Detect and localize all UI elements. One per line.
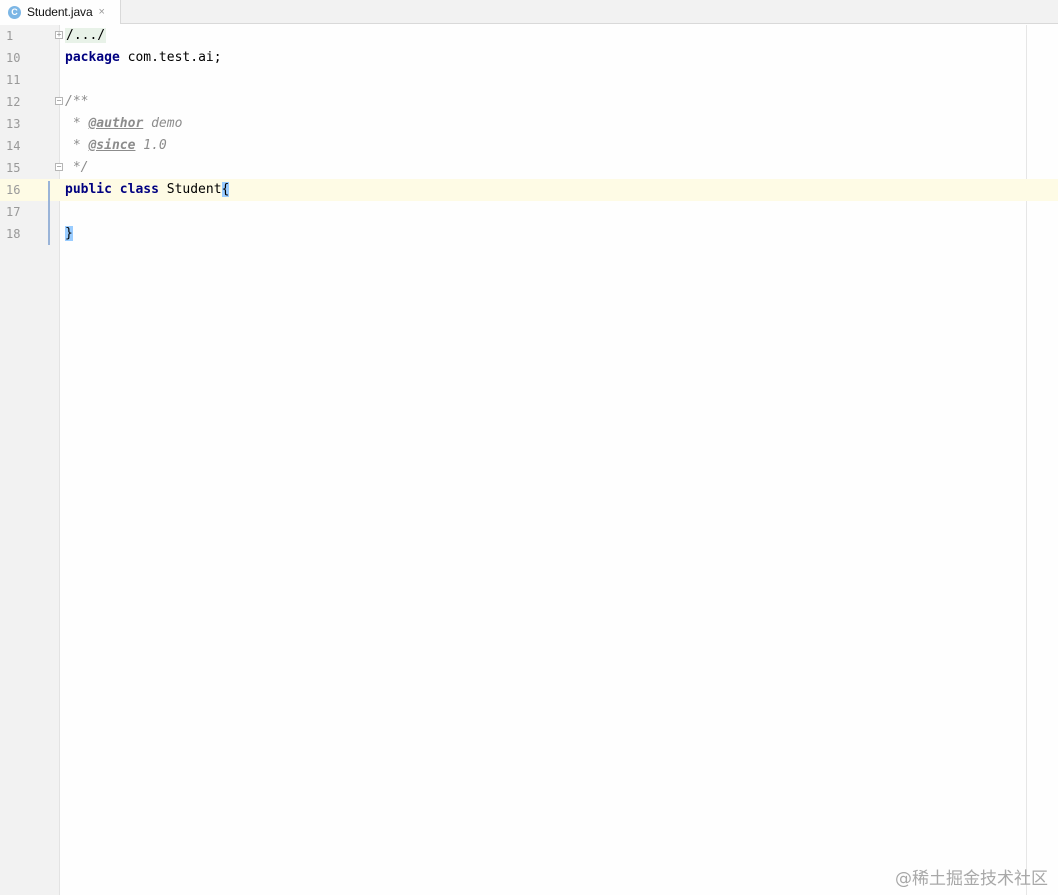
java-class-icon: C (8, 5, 21, 19)
line-number: 18 (6, 227, 21, 241)
folded-region[interactable]: /.../ (65, 28, 107, 43)
code-line[interactable]: 13 * @author demo (0, 113, 1058, 135)
comment: 1.0 (135, 138, 167, 153)
code-line[interactable]: 17 (0, 201, 1058, 223)
editor-tab-bar: C Student.java × (0, 0, 1058, 24)
current-code-line[interactable]: 16 public class Student{ (0, 179, 1058, 201)
fold-collapse-icon[interactable]: − (55, 163, 63, 171)
tab-label: Student.java (27, 5, 93, 19)
line-number: 1 (6, 29, 14, 43)
javadoc-tag: @since (88, 138, 136, 153)
keyword: package (65, 50, 120, 65)
line-number: 12 (6, 95, 21, 109)
class-name: Student (158, 182, 222, 197)
comment: * (65, 116, 89, 131)
comment: /** (65, 94, 89, 109)
matched-brace: { (221, 182, 230, 197)
scope-indicator (48, 181, 50, 245)
keyword: public class (65, 182, 159, 197)
code-line[interactable]: 1 + /.../ (0, 25, 1058, 47)
code-line[interactable]: 14 * @since 1.0 (0, 135, 1058, 157)
fold-collapse-icon[interactable]: − (55, 97, 63, 105)
comment: */ (65, 160, 89, 175)
watermark: @稀土掘金技术社区 (895, 869, 1048, 889)
line-number: 14 (6, 139, 21, 153)
tab-student-java[interactable]: C Student.java × (0, 0, 121, 24)
comment: demo (143, 116, 183, 131)
line-number: 10 (6, 51, 21, 65)
code-line[interactable]: 18 } (0, 223, 1058, 245)
code-line[interactable]: 15 − */ (0, 157, 1058, 179)
comment: * (65, 138, 89, 153)
line-number: 13 (6, 117, 21, 131)
line-number: 17 (6, 205, 21, 219)
matched-brace: } (65, 226, 73, 241)
javadoc-tag: @author (88, 116, 144, 131)
fold-expand-icon[interactable]: + (55, 31, 63, 39)
code-text: com.test.ai; (119, 50, 222, 65)
code-line[interactable]: 11 (0, 69, 1058, 91)
code-line[interactable]: 12 − /** (0, 91, 1058, 113)
close-icon[interactable]: × (99, 6, 105, 18)
line-number: 16 (6, 183, 21, 197)
line-number: 15 (6, 161, 21, 175)
code-line[interactable]: 10 package com.test.ai; (0, 47, 1058, 69)
line-number: 11 (6, 73, 21, 87)
